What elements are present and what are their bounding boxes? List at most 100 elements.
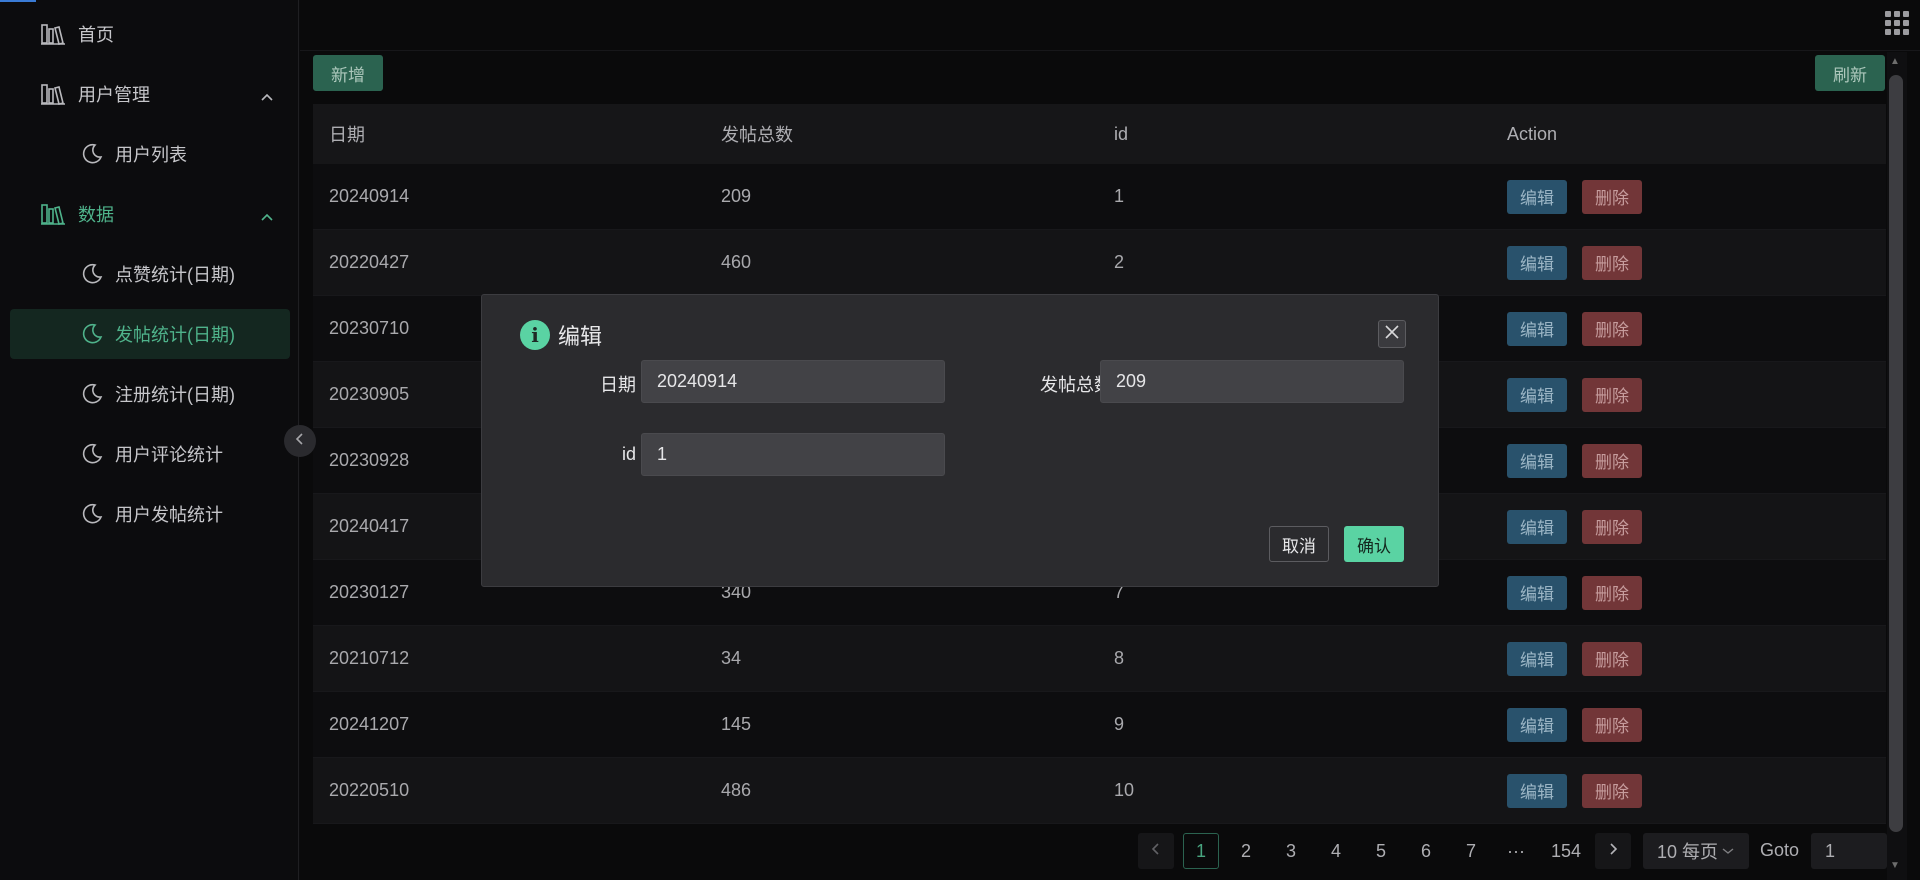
scroll-up-arrow-icon[interactable]: ▲ [1890,56,1900,67]
date-field-label: 日期 [600,375,636,395]
delete-button[interactable]: 删除 [1582,443,1642,478]
row-actions: 编辑 删除 [1507,575,1642,610]
scroll-down-arrow-icon[interactable]: ▼ [1890,860,1900,871]
column-header-date: 日期 [329,125,365,145]
library-icon [40,201,66,227]
delete-button[interactable]: 删除 [1582,245,1642,280]
cell-total: 209 [721,186,752,206]
sidebar-item-label: 用户管理 [78,85,150,105]
table-row: 20240914 209 1 编辑 删除 [313,164,1886,230]
close-button[interactable] [1378,320,1406,348]
cell-id: 8 [1114,648,1125,668]
sidebar-item-label: 用户发帖统计 [115,505,223,525]
date-field[interactable]: 20240914 [641,360,945,403]
prev-page-button[interactable] [1138,833,1174,869]
edit-button[interactable]: 编辑 [1507,773,1567,808]
sidebar-item-comment-stats[interactable]: 用户评论统计 [10,429,290,479]
edit-button[interactable]: 编辑 [1507,311,1567,346]
sidebar-item-home[interactable]: 首页 [10,9,290,59]
close-icon [1384,324,1400,345]
goto-label: Goto [1760,840,1800,860]
column-header-total: 发帖总数 [721,125,793,145]
id-field[interactable]: 1 [641,433,945,476]
cell-date: 20241207 [329,714,410,734]
chevron-up-icon [260,86,274,107]
top-bar [0,0,1920,51]
row-actions: 编辑 删除 [1507,311,1642,346]
table-row: 20210712 34 8 编辑 删除 [313,626,1886,692]
edit-button[interactable]: 编辑 [1507,641,1567,676]
delete-button[interactable]: 删除 [1582,311,1642,346]
edit-button[interactable]: 编辑 [1507,179,1567,214]
delete-button[interactable]: 删除 [1582,707,1642,742]
scrollbar-thumb[interactable] [1889,75,1903,832]
cell-id: 2 [1114,252,1125,272]
sidebar-item-post-stats[interactable]: 发帖统计(日期) [10,309,290,359]
cell-date: 20220427 [329,252,410,272]
total-field[interactable]: 209 [1100,360,1404,403]
table-header: 日期 发帖总数 id Action [313,104,1886,164]
apps-grid-icon[interactable] [1884,10,1910,41]
page-size-select[interactable]: 10 每页 [1643,833,1749,869]
cell-date: 20210712 [329,648,410,668]
cell-date: 20240914 [329,186,410,206]
sidebar-collapse-button[interactable] [284,425,316,457]
refresh-button[interactable]: 刷新 [1815,55,1885,91]
confirm-button[interactable]: 确认 [1344,526,1404,562]
page-number[interactable]: 6 [1408,833,1444,869]
delete-button[interactable]: 删除 [1582,179,1642,214]
dialog-title-text: 编辑 [558,324,603,349]
sidebar-item-user-list[interactable]: 用户列表 [10,129,290,179]
sidebar-item-user-post-stats[interactable]: 用户发帖统计 [10,489,290,539]
chevron-left-icon [1151,842,1161,861]
moon-icon [79,501,105,527]
next-page-button[interactable] [1595,833,1631,869]
add-button[interactable]: 新增 [313,55,383,91]
delete-button[interactable]: 删除 [1582,377,1642,412]
moon-icon [79,381,105,407]
page-size-value: 10 每页 [1657,842,1719,862]
cell-total: 145 [721,714,752,734]
chevron-down-icon [1722,847,1734,855]
page-number[interactable]: 2 [1228,833,1264,869]
page-number[interactable]: 7 [1453,833,1489,869]
edit-button[interactable]: 编辑 [1507,377,1567,412]
edit-button[interactable]: 编辑 [1507,575,1567,610]
edit-button[interactable]: 编辑 [1507,707,1567,742]
page-number[interactable]: 154 [1546,833,1586,869]
delete-button[interactable]: 删除 [1582,575,1642,610]
chevron-up-icon [260,206,274,227]
sidebar-item-label: 用户列表 [115,145,187,165]
sidebar-item-like-stats[interactable]: 点赞统计(日期) [10,249,290,299]
page-ellipsis[interactable]: ··· [1498,833,1534,869]
row-actions: 编辑 删除 [1507,179,1642,214]
page-number[interactable]: 3 [1273,833,1309,869]
dialog-title: i 编辑 [520,319,602,351]
cell-total: 460 [721,252,752,272]
sidebar-item-label: 发帖统计(日期) [115,325,235,345]
edit-button[interactable]: 编辑 [1507,443,1567,478]
sidebar-item-data[interactable]: 数据 [10,189,290,239]
total-field-label: 发帖总数 [1040,375,1112,395]
cancel-button[interactable]: 取消 [1269,526,1329,562]
table-row: 20220510 486 10 编辑 删除 [313,758,1886,824]
edit-button[interactable]: 编辑 [1507,509,1567,544]
row-actions: 编辑 删除 [1507,773,1642,808]
delete-button[interactable]: 删除 [1582,509,1642,544]
sidebar-item-user-management[interactable]: 用户管理 [10,69,290,119]
cell-total: 486 [721,780,752,800]
sidebar-item-label: 注册统计(日期) [115,385,235,405]
cell-id: 9 [1114,714,1125,734]
library-icon [40,81,66,107]
page-number[interactable]: 4 [1318,833,1354,869]
sidebar-item-label: 首页 [78,25,114,45]
moon-icon [79,141,105,167]
page-number[interactable]: 1 [1183,833,1219,869]
goto-input[interactable]: 1 [1811,833,1887,869]
delete-button[interactable]: 删除 [1582,773,1642,808]
page-number[interactable]: 5 [1363,833,1399,869]
column-header-action: Action [1507,123,1558,144]
edit-button[interactable]: 编辑 [1507,245,1567,280]
sidebar-item-register-stats[interactable]: 注册统计(日期) [10,369,290,419]
delete-button[interactable]: 删除 [1582,641,1642,676]
